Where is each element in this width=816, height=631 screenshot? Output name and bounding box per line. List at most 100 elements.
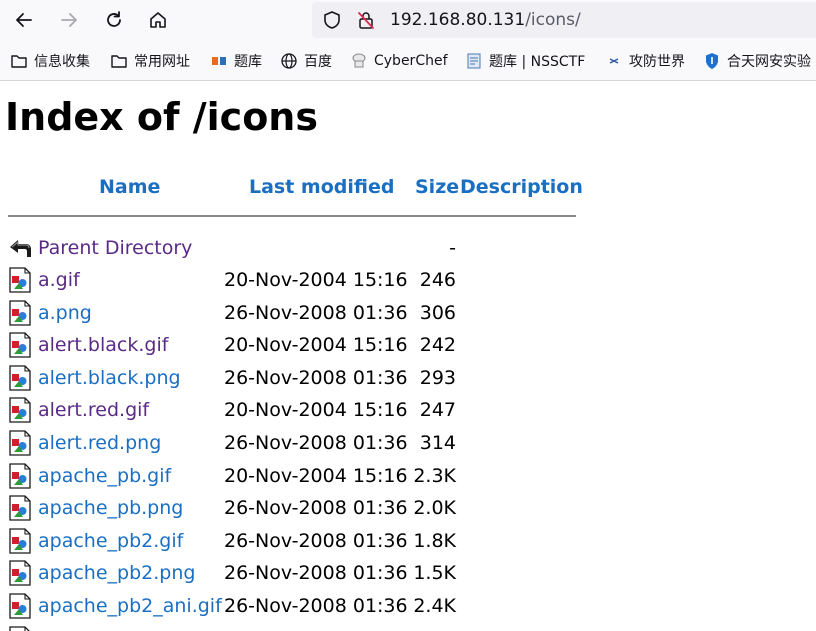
url-text[interactable]: 192.168.80.131/icons/ [390, 10, 581, 30]
file-row: apache_pb.png 26-Nov-2008 01:36 2.0K [8, 493, 568, 523]
reload-icon [107, 11, 121, 27]
url-host: 192.168.80.131 [390, 10, 526, 30]
file-size: 242 [419, 334, 456, 357]
chef-icon [350, 52, 368, 70]
bookmark-label: 常用网址 [134, 54, 190, 70]
image-file-icon [9, 397, 31, 424]
file-size: 1.5K [413, 562, 456, 585]
file-modified-date: 26-Nov-2008 01:36 [224, 562, 408, 585]
file-link[interactable]: back.gif [38, 626, 113, 631]
file-modified-date: 20-Nov-2004 15:16 [224, 399, 408, 422]
image-file-icon [9, 267, 31, 293]
forward-button[interactable] [54, 5, 84, 35]
image-file-icon [9, 495, 31, 521]
bookmark-baidu[interactable]: 百度 [280, 50, 332, 72]
bookmark-label: CyberChef [374, 53, 448, 69]
parent-directory-link[interactable]: Parent Directory [38, 235, 192, 261]
home-icon [150, 12, 166, 28]
file-size: - [449, 237, 456, 259]
file-size: 2.4K [413, 595, 456, 617]
file-link[interactable]: alert.red.gif [38, 397, 149, 423]
reload-button[interactable] [99, 5, 129, 35]
file-modified-date: 20-Nov-2004 15:16 [224, 464, 408, 487]
file-row: apache_pb2.gif 26-Nov-2008 01:36 1.8K [8, 526, 568, 556]
bookmark-label: 百度 [304, 54, 332, 70]
bookmark-label: 攻防世界 [629, 54, 685, 70]
page-title: Index of /icons [5, 95, 318, 139]
parent-directory-row: Parent Directory - [8, 233, 568, 263]
arrow-left-icon [16, 13, 32, 27]
bookmark-tiku[interactable]: 题库 [210, 50, 262, 72]
file-link[interactable]: apache_pb.gif [38, 463, 171, 489]
file-row: apache_pb.gif 20-Nov-2004 15:16 2.3K [8, 461, 568, 491]
file-link[interactable]: alert.black.gif [38, 332, 168, 358]
tracking-shield-icon[interactable] [322, 10, 342, 30]
file-modified-date: 26-Nov-2008 01:36 [224, 301, 408, 324]
file-size: 306 [419, 301, 456, 324]
file-size: 2.0K [413, 497, 456, 520]
url-bar[interactable]: 192.168.80.131/icons/ [312, 2, 816, 38]
file-modified-date: 26-Nov-2008 01:36 [224, 432, 408, 454]
file-modified-date: 20-Nov-2004 15:16 [224, 626, 408, 631]
column-header-last-modified[interactable]: Last modified [249, 176, 394, 198]
home-button[interactable] [143, 5, 173, 35]
file-modified-date: 26-Nov-2008 01:36 [224, 595, 408, 617]
page-content: Index of /icons Name Last modified Size … [0, 81, 816, 631]
file-row: alert.red.gif 20-Nov-2004 15:16 247 [8, 395, 568, 425]
site-icon [210, 52, 228, 70]
header-divider [8, 215, 576, 217]
file-size: 247 [419, 399, 456, 422]
shield-icon [703, 52, 721, 70]
image-file-icon [9, 593, 31, 619]
bookmark-folder-info[interactable]: 信息收集 [10, 50, 90, 72]
bookmark-hetian[interactable]: 合天网安实验 [703, 50, 811, 72]
bookmarks-bar: 信息收集 常用网址 题库 百度 CyberChef 题库 | NSSCTF 攻防… [0, 40, 816, 81]
file-link[interactable]: apache_pb2_ani.gif [38, 593, 222, 619]
insecure-lock-icon[interactable] [356, 10, 376, 30]
folder-icon [110, 52, 128, 70]
arrow-right-icon [61, 13, 77, 27]
nssctf-icon [465, 52, 483, 70]
bookmark-folder-urls[interactable]: 常用网址 [110, 50, 190, 72]
file-size: 1.8K [413, 529, 456, 552]
column-header-size[interactable]: Size [415, 176, 459, 198]
file-row: apache_pb2.png 26-Nov-2008 01:36 1.5K [8, 558, 568, 588]
bookmark-label: 合天网安实验 [727, 54, 811, 70]
browser-toolbar: 192.168.80.131/icons/ [0, 0, 816, 40]
file-modified-date: 26-Nov-2008 01:36 [224, 366, 408, 389]
image-file-icon [9, 430, 31, 456]
site-icon [605, 52, 623, 70]
file-link[interactable]: a.png [38, 300, 92, 326]
file-modified-date: 26-Nov-2008 01:36 [224, 529, 408, 552]
image-file-icon [9, 462, 31, 489]
bookmark-cyberchef[interactable]: CyberChef [350, 50, 448, 72]
column-header-name[interactable]: Name [99, 176, 160, 198]
file-row: a.gif 20-Nov-2004 15:16 246 [8, 265, 568, 295]
back-arrow-icon [10, 240, 31, 257]
image-file-icon [9, 332, 31, 358]
column-header-description[interactable]: Description [460, 176, 583, 198]
image-file-icon [9, 625, 31, 631]
file-size: 293 [419, 366, 456, 389]
bookmark-label: 信息收集 [34, 54, 90, 70]
file-modified-date: 26-Nov-2008 01:36 [224, 497, 408, 520]
file-row: a.png 26-Nov-2008 01:36 306 [8, 298, 568, 328]
back-button[interactable] [9, 5, 39, 35]
file-link[interactable]: apache_pb.png [38, 495, 183, 521]
file-row: alert.black.gif 20-Nov-2004 15:16 242 [8, 330, 568, 360]
image-file-icon [9, 365, 31, 391]
file-modified-date: 20-Nov-2004 15:16 [224, 269, 408, 291]
file-link[interactable]: alert.red.png [38, 430, 161, 456]
image-file-icon [9, 299, 31, 326]
file-link[interactable]: alert.black.png [38, 365, 181, 391]
globe-icon [280, 52, 298, 70]
bookmark-label: 题库 [234, 54, 262, 70]
bookmark-adworld[interactable]: 攻防世界 [605, 50, 685, 72]
bookmark-nssctf[interactable]: 题库 | NSSCTF [465, 50, 585, 72]
file-link[interactable]: apache_pb2.gif [38, 528, 183, 554]
file-size: 246 [419, 269, 456, 291]
folder-icon [10, 52, 28, 70]
file-link[interactable]: a.gif [38, 267, 80, 293]
file-link[interactable]: apache_pb2.png [38, 560, 195, 586]
file-row: back.gif 20-Nov-2004 15:16 216 [8, 624, 568, 631]
